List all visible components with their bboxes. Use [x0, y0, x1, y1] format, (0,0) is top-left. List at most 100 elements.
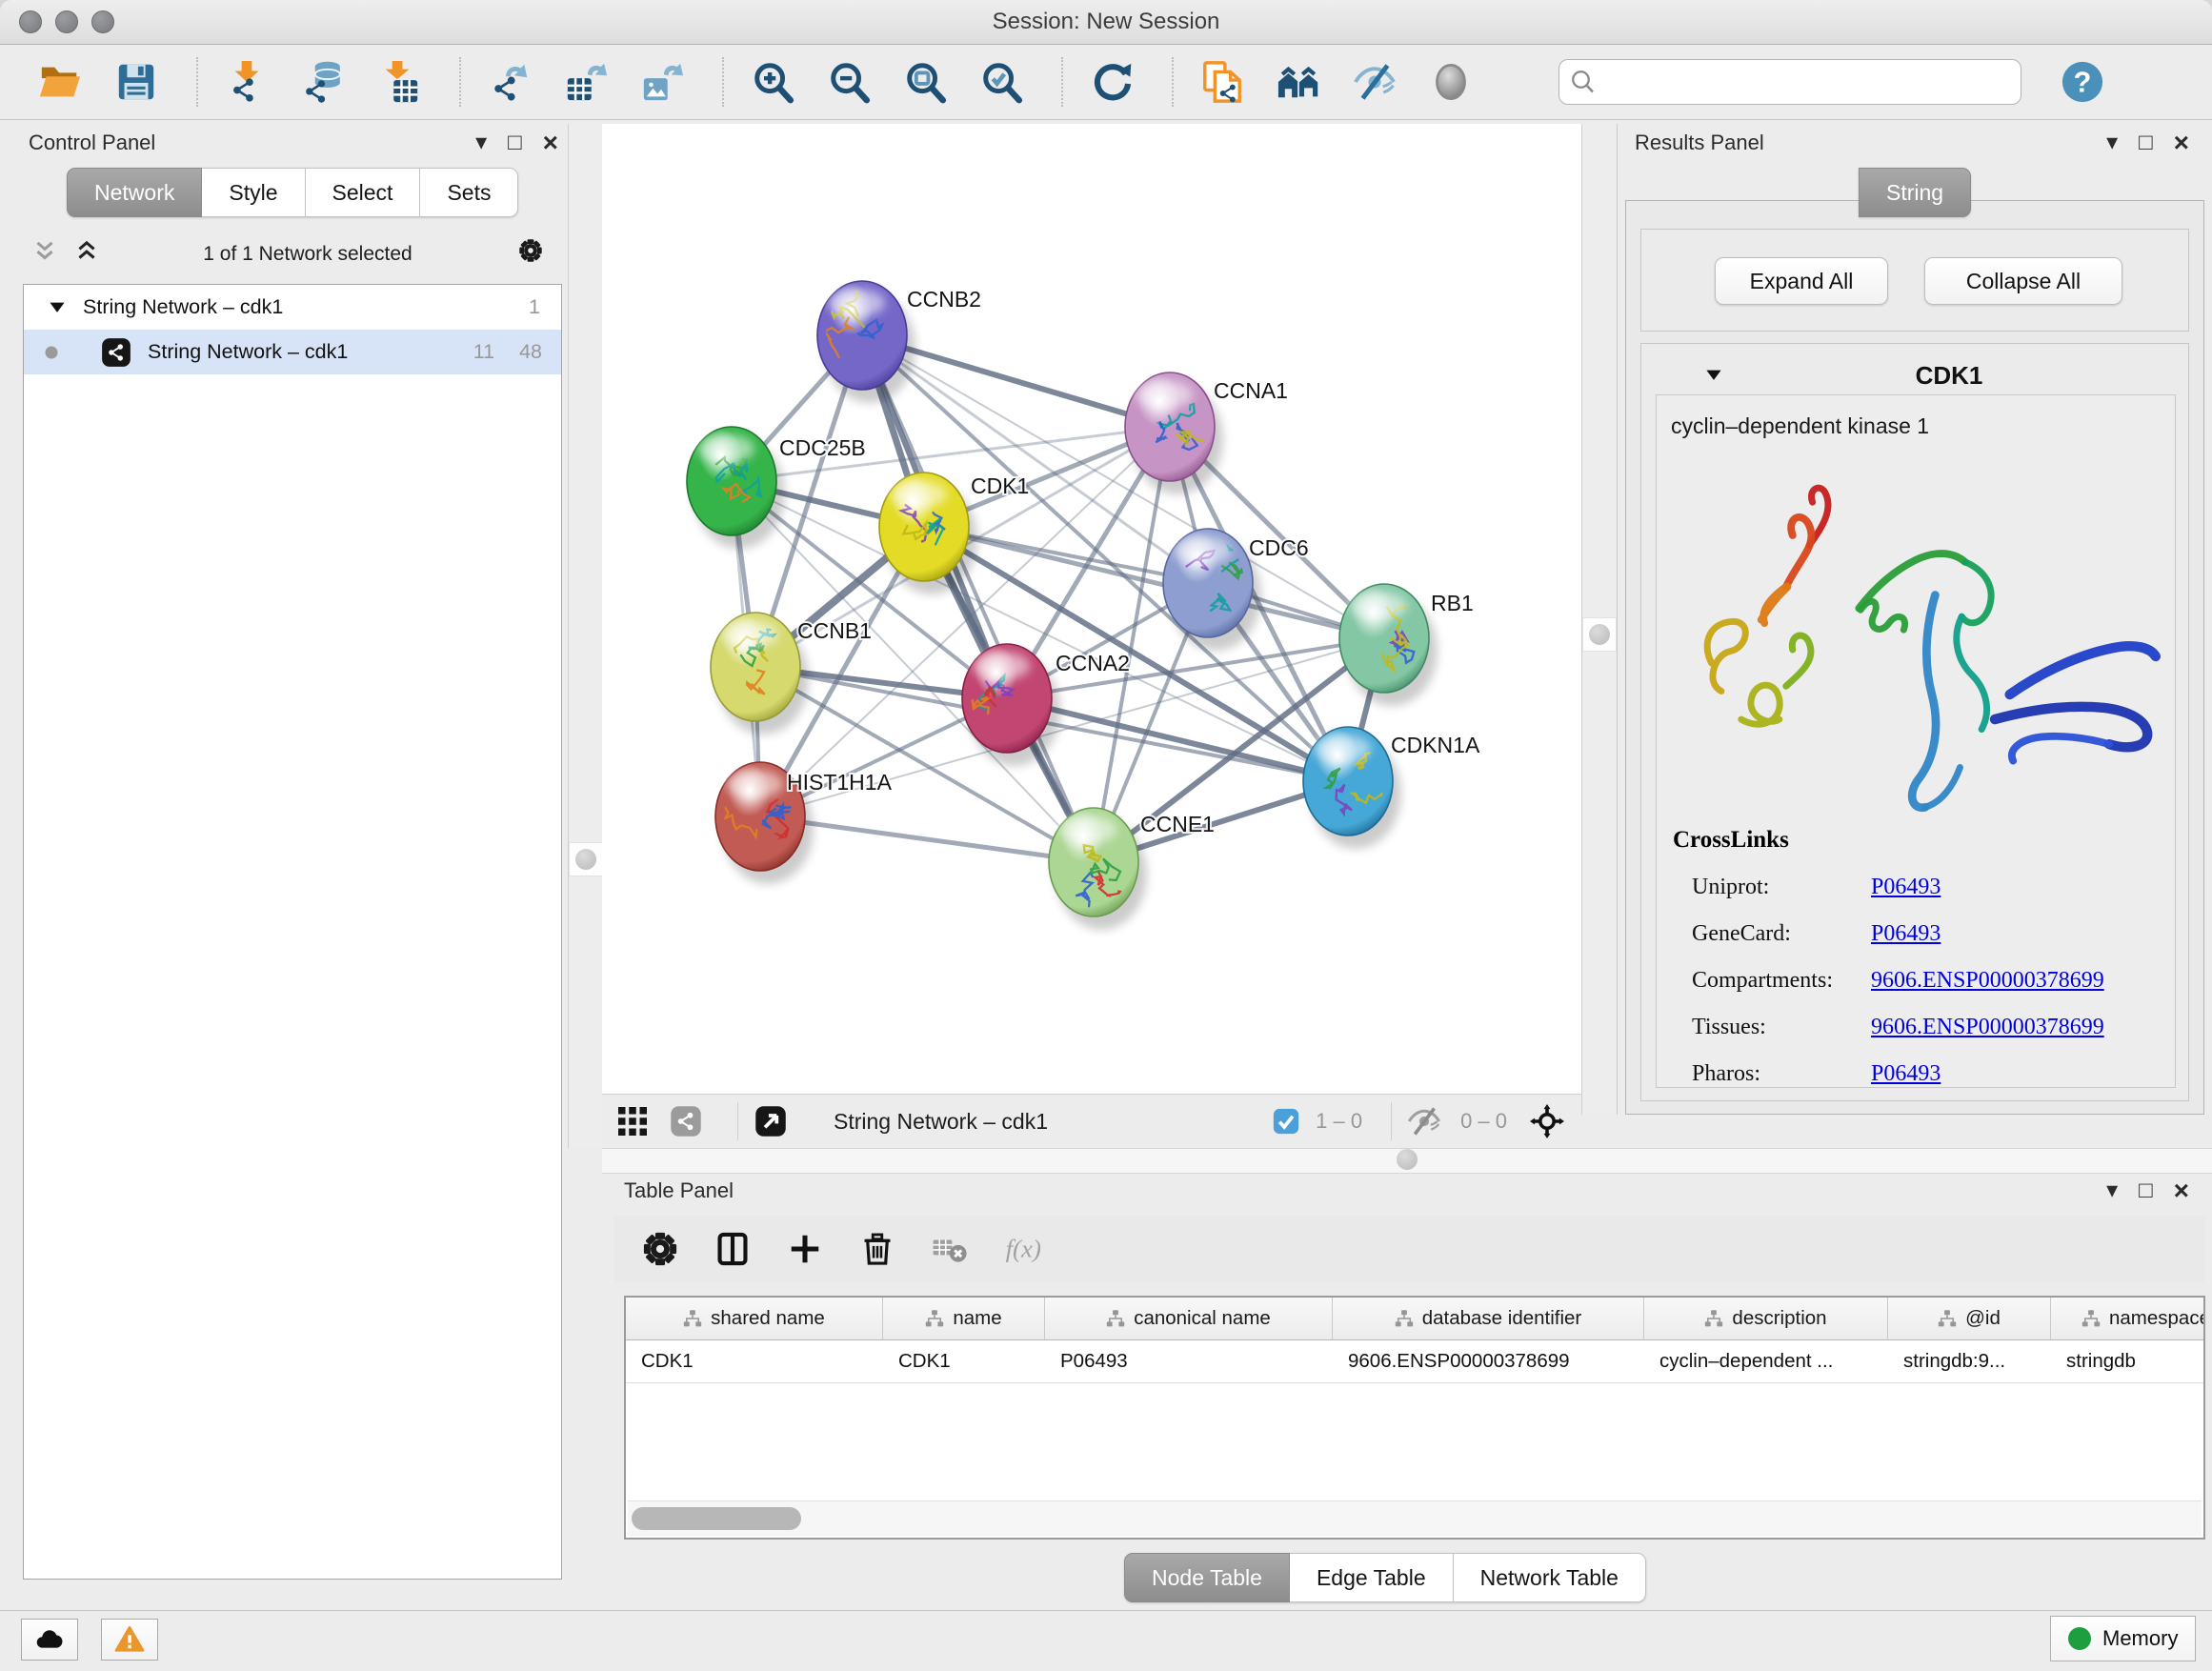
bottom-splitter[interactable]: [602, 1148, 2212, 1174]
tab-network-table[interactable]: Network Table: [1454, 1553, 1646, 1602]
zoom-fit-icon[interactable]: [901, 58, 949, 106]
zoom-in-icon[interactable]: [749, 58, 796, 106]
tab-sets[interactable]: Sets: [420, 168, 518, 217]
search-input[interactable]: [1605, 64, 2009, 100]
tree-row-collection[interactable]: String Network – cdk1 1: [24, 285, 561, 330]
node-CCNB2[interactable]: [817, 267, 907, 390]
zoom-out-icon[interactable]: [825, 58, 873, 106]
tree-expander-icon[interactable]: [45, 295, 70, 320]
import-table-icon[interactable]: [375, 58, 423, 106]
column-header-namespace[interactable]: namespace: [2051, 1298, 2205, 1339]
tab-node-table[interactable]: Node Table: [1124, 1553, 1290, 1602]
hide-selected-icon[interactable]: [1351, 58, 1398, 106]
node-CDC6[interactable]: [1163, 529, 1253, 637]
birdseye-icon[interactable]: [754, 1102, 792, 1140]
collapse-all-icon[interactable]: [32, 238, 65, 271]
collapse-panel-icon[interactable]: ▾: [2106, 131, 2118, 154]
gear-icon[interactable]: [639, 1228, 681, 1270]
apply-layout-icon[interactable]: [1088, 58, 1136, 106]
tab-style[interactable]: Style: [202, 168, 305, 217]
cloud-button[interactable]: [21, 1619, 78, 1661]
cell-shared-name[interactable]: CDK1: [626, 1340, 883, 1382]
tree-row-network[interactable]: String Network – cdk1 11 48: [24, 330, 561, 374]
memory-button[interactable]: Memory: [2050, 1616, 2196, 1661]
node-CCNB1[interactable]: [711, 613, 800, 721]
tab-string[interactable]: String: [1859, 168, 1971, 217]
table-hscroll-track[interactable]: [628, 1500, 2202, 1536]
table-row[interactable]: CDK1CDK1P064939606.ENSP00000378699cyclin…: [626, 1340, 2203, 1383]
node-CCNA1[interactable]: [1125, 372, 1215, 481]
search-box[interactable]: [1558, 59, 2021, 105]
float-panel-icon[interactable]: □: [2139, 1179, 2153, 1202]
crosslink-value-link[interactable]: P06493: [1871, 1061, 1941, 1087]
cell-name[interactable]: CDK1: [883, 1340, 1045, 1382]
cell-database-identifier[interactable]: 9606.ENSP00000378699: [1333, 1340, 1644, 1382]
crosslink-value-link[interactable]: 9606.ENSP00000378699: [1871, 968, 2104, 994]
column-header-shared-name[interactable]: shared name: [626, 1298, 883, 1339]
column-header--id[interactable]: @id: [1888, 1298, 2051, 1339]
clone-network-icon[interactable]: [1198, 58, 1246, 106]
home-icon[interactable]: [1275, 58, 1322, 106]
tab-edge-table[interactable]: Edge Table: [1290, 1553, 1454, 1602]
table-hscroll-thumb[interactable]: [632, 1507, 801, 1530]
toolbar-separator: [196, 57, 198, 107]
close-panel-icon[interactable]: ×: [2174, 1179, 2189, 1202]
node-CCNE1[interactable]: [1049, 808, 1138, 916]
splitter-handle-right[interactable]: [1582, 617, 1617, 652]
share-view-icon[interactable]: [669, 1102, 707, 1140]
open-session-icon[interactable]: [36, 58, 84, 106]
edge-CCNB2-CCNE1[interactable]: [862, 335, 1094, 862]
tab-select[interactable]: Select: [306, 168, 421, 217]
network-canvas[interactable]: CCNB2CCNA1CDC25BCDK1CDC6RB1CCNB1CCNA2CDK…: [602, 124, 1581, 1094]
cell-canonical-name[interactable]: P06493: [1045, 1340, 1333, 1382]
node-CDC25B[interactable]: [687, 427, 776, 535]
node-CDK1[interactable]: [879, 473, 969, 581]
collapse-panel-icon[interactable]: ▾: [475, 131, 487, 154]
node-CCNA2[interactable]: [962, 644, 1052, 753]
import-database-icon[interactable]: [299, 58, 347, 106]
column-header-description[interactable]: description: [1644, 1298, 1888, 1339]
node-CDKN1A[interactable]: [1303, 727, 1393, 836]
float-panel-icon[interactable]: □: [2139, 131, 2153, 154]
column-header-name[interactable]: name: [883, 1298, 1045, 1339]
crosslink-value-link[interactable]: P06493: [1871, 921, 1941, 947]
left-splitter[interactable]: [568, 124, 604, 1148]
expand-all-button[interactable]: Expand All: [1715, 257, 1888, 305]
collapse-panel-icon[interactable]: ▾: [2106, 1179, 2118, 1202]
section-expander-icon[interactable]: [1701, 363, 1726, 388]
save-session-icon[interactable]: [112, 58, 160, 106]
export-image-icon[interactable]: [638, 58, 686, 106]
float-panel-icon[interactable]: □: [508, 131, 522, 154]
node-RB1[interactable]: [1339, 584, 1429, 693]
crosslink-value-link[interactable]: 9606.ENSP00000378699: [1871, 1015, 2104, 1040]
gear-icon[interactable]: [518, 238, 551, 271]
add-icon[interactable]: [784, 1228, 826, 1270]
column-header-canonical-name[interactable]: canonical name: [1045, 1298, 1333, 1339]
column-header-database-identifier[interactable]: database identifier: [1333, 1298, 1644, 1339]
columns-icon[interactable]: [712, 1228, 754, 1270]
collapse-all-button[interactable]: Collapse All: [1924, 257, 2122, 305]
warning-button[interactable]: [101, 1619, 158, 1661]
export-network-icon[interactable]: [486, 58, 533, 106]
close-panel-icon[interactable]: ×: [543, 131, 558, 154]
help-icon[interactable]: ?: [2060, 59, 2105, 105]
tab-network[interactable]: Network: [67, 168, 202, 217]
cell-namespace[interactable]: stringdb: [2051, 1340, 2205, 1382]
grid-view-icon[interactable]: [615, 1102, 654, 1140]
trash-icon[interactable]: [856, 1228, 898, 1270]
zoom-selected-icon[interactable]: [977, 58, 1025, 106]
tree-edge-count: 48: [519, 340, 542, 364]
right-splitter[interactable]: [1581, 124, 1618, 1115]
cell--id[interactable]: stringdb:9...: [1888, 1340, 2051, 1382]
splitter-handle-bottom[interactable]: [1391, 1143, 1423, 1176]
export-table-icon[interactable]: [562, 58, 610, 106]
crosslink-value-link[interactable]: P06493: [1871, 875, 1941, 900]
import-network-icon[interactable]: [223, 58, 271, 106]
show-all-icon[interactable]: [1427, 58, 1475, 106]
expand-all-icon[interactable]: [74, 238, 107, 271]
close-panel-icon[interactable]: ×: [2174, 131, 2189, 154]
cell-description[interactable]: cyclin–dependent ...: [1644, 1340, 1888, 1382]
selected-checkbox-icon[interactable]: [1272, 1102, 1300, 1140]
splitter-handle-left[interactable]: [569, 842, 603, 876]
crosshair-icon[interactable]: [1530, 1102, 1568, 1140]
